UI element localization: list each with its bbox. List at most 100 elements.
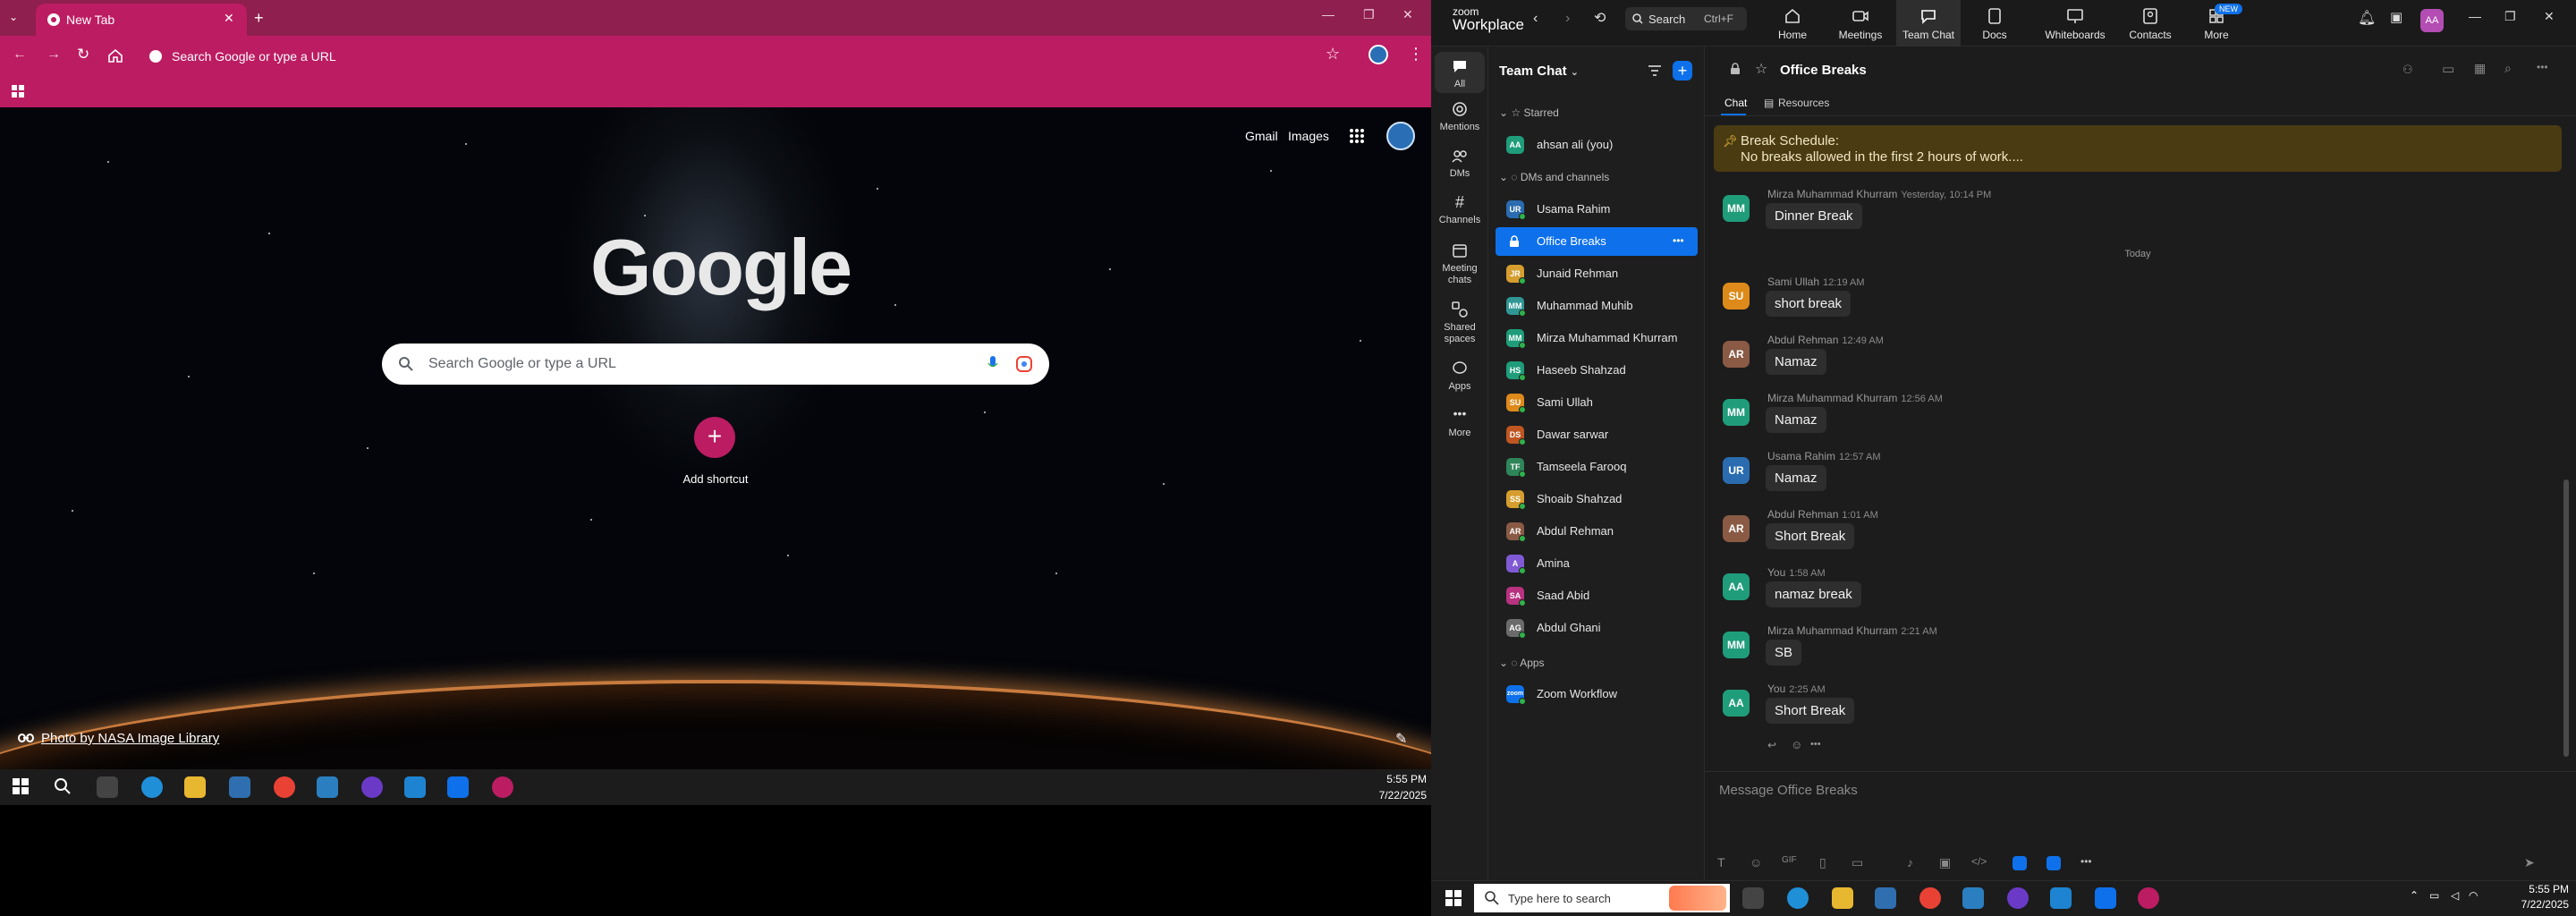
tab-resources[interactable]: Resources	[1778, 97, 1829, 109]
app-taskbar-icon[interactable]	[1962, 887, 1984, 909]
zoom-docs-app-icon[interactable]	[2046, 856, 2061, 870]
list-item[interactable]: SU Sami Ullah	[1496, 388, 1698, 417]
message[interactable]: SU Sami Ullah 12:19 AM short break	[1723, 276, 2349, 329]
emoji-icon[interactable]: ☺	[1750, 855, 1766, 871]
rail-shared-spaces[interactable]: Shared spaces	[1435, 301, 1485, 345]
team-chat-title[interactable]: Team Chat ⌄	[1499, 64, 1579, 79]
tab-search-chevron-icon[interactable]: ⌄	[9, 11, 23, 25]
message[interactable]: AA You 2:25 AM Short Break	[1723, 683, 2349, 736]
new-tab-icon[interactable]: +	[254, 9, 264, 28]
vscode-taskbar-icon[interactable]	[2050, 887, 2072, 909]
composer-more-icon[interactable]: •••	[2080, 855, 2097, 871]
channel-more-icon[interactable]: •••	[1673, 234, 1684, 247]
nav-docs[interactable]: Docs	[1962, 0, 2027, 47]
filter-icon[interactable]	[1648, 64, 1662, 77]
mic-icon[interactable]: ♪	[1907, 855, 1923, 871]
rail-more[interactable]: ••• More	[1435, 406, 1485, 439]
chrome-profile-taskbar-icon[interactable]	[492, 776, 513, 798]
file-explorer-icon[interactable]	[184, 776, 206, 798]
forward-icon[interactable]: →	[47, 47, 61, 63]
reload-icon[interactable]: ↻	[77, 46, 89, 64]
home-icon[interactable]	[107, 48, 123, 63]
new-chat-plus-button[interactable]: +	[1673, 61, 1692, 81]
message[interactable]: MM Mirza Muhammad Khurram Yesterday, 10:1…	[1723, 188, 2349, 242]
list-item[interactable]: SS Shoaib Shahzad	[1496, 485, 1698, 513]
add-shortcut-button[interactable]: +	[694, 417, 735, 458]
message-more-icon[interactable]: •••	[1810, 739, 1821, 750]
send-icon[interactable]: ➤	[2524, 855, 2540, 871]
close-window-icon[interactable]: ✕	[1402, 7, 1413, 22]
windows-start-icon[interactable]	[1445, 890, 1462, 906]
code-snippet-icon[interactable]: </>	[1971, 855, 1987, 871]
images-link[interactable]: Images	[1288, 129, 1329, 143]
list-item[interactable]: MM Muhammad Muhib	[1496, 292, 1698, 320]
customize-pencil-icon[interactable]: ✎	[1395, 730, 1407, 748]
reply-icon[interactable]: ↩	[1767, 739, 1776, 751]
minimize-icon[interactable]: —	[1322, 7, 1335, 21]
battery-icon[interactable]: ▭	[2429, 889, 2439, 902]
github-taskbar-icon[interactable]	[2007, 887, 2029, 909]
star-channel-icon[interactable]: ☆	[1755, 60, 1767, 78]
message[interactable]: UR Usama Rahim 12:57 AM Namaz	[1723, 450, 2349, 504]
windows-start-icon[interactable]	[13, 778, 29, 794]
list-item[interactable]: AG Abdul Ghani	[1496, 614, 1698, 642]
edge-icon[interactable]	[141, 776, 163, 798]
list-item[interactable]: UR Usama Rahim	[1496, 195, 1698, 224]
profile-avatar[interactable]	[1368, 45, 1388, 64]
list-item[interactable]: HS Haseeb Shahzad	[1496, 356, 1698, 385]
back-icon[interactable]: ←	[13, 47, 27, 63]
section-apps[interactable]: ⌄ ◌ Apps	[1499, 657, 1545, 669]
message[interactable]: MM Mirza Muhammad Khurram 12:56 AM Namaz	[1723, 392, 2349, 445]
volume-icon[interactable]: ◁	[2451, 889, 2459, 902]
bookmark-star-icon[interactable]: ☆	[1326, 45, 1340, 64]
vscode-taskbar-icon[interactable]	[404, 776, 426, 798]
taskbar-search-icon[interactable]	[54, 777, 72, 795]
emoji-react-icon[interactable]: ☺	[1791, 738, 1802, 751]
zoom-minimize-icon[interactable]: —	[2469, 9, 2481, 23]
apps-grid-icon[interactable]	[11, 84, 25, 98]
pinned-message[interactable]: 📌︎ Break Schedule: No breaks allowed in …	[1714, 125, 2562, 172]
list-item[interactable]: A Amina	[1496, 549, 1698, 578]
rail-channels[interactable]: # Channels	[1435, 193, 1485, 226]
list-item[interactable]: AR Abdul Rehman	[1496, 517, 1698, 546]
zoom-close-icon[interactable]: ✕	[2544, 9, 2555, 24]
format-text-icon[interactable]: T	[1717, 855, 1733, 871]
task-view-icon[interactable]	[1742, 887, 1764, 909]
video-message-icon[interactable]: ▣	[1939, 855, 1955, 871]
edge-icon[interactable]	[1787, 887, 1809, 909]
tab-new-tab[interactable]: New Tab ✕	[36, 4, 247, 36]
search-in-chat-icon[interactable]: ⌕	[2504, 61, 2512, 76]
list-item-office-breaks[interactable]: Office Breaks •••	[1496, 227, 1698, 256]
zoom-app-icon[interactable]	[2012, 856, 2027, 870]
chrome-menu-icon[interactable]: ⋮	[1408, 45, 1424, 64]
nav-whiteboards[interactable]: Whiteboards	[2039, 0, 2111, 47]
calendar-icon[interactable]: ▦	[2474, 61, 2486, 76]
list-item[interactable]: zoom Zoom Workflow	[1496, 680, 1698, 708]
chrome-profile-taskbar-icon[interactable]	[2138, 887, 2159, 909]
file-icon[interactable]: ▯	[1819, 855, 1835, 871]
zoom-taskbar-icon[interactable]	[447, 776, 469, 798]
close-tab-icon[interactable]: ✕	[224, 11, 234, 26]
chrome-taskbar-icon[interactable]	[1919, 887, 1941, 909]
zoom-forward-icon[interactable]: ›	[1565, 11, 1570, 27]
list-item[interactable]: TF Tamseela Farooq	[1496, 453, 1698, 481]
nav-team-chat[interactable]: Team Chat	[1896, 0, 1961, 47]
taskbar-search-box[interactable]: Type here to search	[1474, 884, 1730, 912]
restore-icon[interactable]: ❐	[1363, 7, 1375, 22]
section-starred[interactable]: ⌄ ☆ Starred	[1499, 106, 1559, 119]
zoom-restore-icon[interactable]: ❐	[2504, 9, 2516, 24]
zoom-search-box[interactable]: Search Ctrl+F	[1625, 7, 1747, 30]
nav-meetings[interactable]: Meetings	[1828, 0, 1893, 47]
google-apps-icon[interactable]	[1349, 128, 1365, 144]
tray-chevron-icon[interactable]: ⌃	[2410, 889, 2419, 902]
zoom-user-avatar[interactable]: AA	[2420, 9, 2444, 32]
screenshot-icon[interactable]: ▭	[1852, 855, 1868, 871]
voice-search-icon[interactable]	[987, 355, 999, 373]
list-item[interactable]: MM Mirza Muhammad Khurram	[1496, 324, 1698, 352]
list-item[interactable]: JR Junaid Rehman	[1496, 259, 1698, 288]
rail-all[interactable]: All	[1435, 52, 1485, 93]
message[interactable]: MM Mirza Muhammad Khurram 2:21 AM SB	[1723, 624, 2349, 678]
zoom-back-icon[interactable]: ‹	[1533, 11, 1538, 27]
list-item[interactable]: SA Saad Abid	[1496, 581, 1698, 610]
video-call-icon[interactable]: ▭	[2442, 61, 2454, 77]
